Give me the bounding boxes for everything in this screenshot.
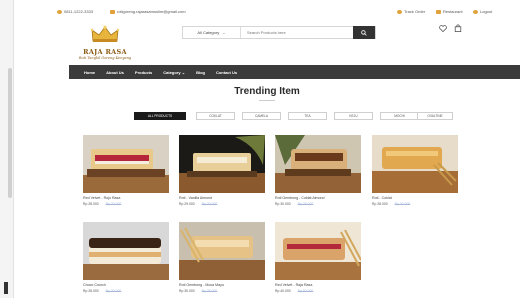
product-filter-tabs: ALL PRODUCTS COKLAT CAMELA TEA KEJU MOCH… [134,112,453,121]
product-image[interactable] [372,135,458,193]
browser-side-rail [0,0,14,298]
section-title: Trending Item [234,86,300,97]
product-image[interactable] [83,135,169,193]
product-original-price: Rp 50.000 [297,289,314,293]
product-original-price: Rp 30.000 [105,289,122,293]
phone-icon [57,9,62,14]
filter-keju[interactable]: KEJU [334,112,373,120]
top-bar: 0811-1222-3333 rotigoreng.rajarasamuslim… [14,0,520,22]
logout-link[interactable]: Logout [473,9,492,14]
filter-coklat[interactable]: COKLAT [196,112,235,120]
site-logo[interactable]: RAJA RASA Roti Tangkil Goreng Kenyang [76,25,134,62]
logout-label: Logout [480,9,493,14]
nav-item-products[interactable]: Products [135,70,152,75]
product-card[interactable]: Roti Gembong - Coklat Almond Rp 30.000 R… [275,135,361,206]
category-select[interactable]: All Category ⌄ [183,27,241,38]
product-original-price: Rp 30.000 [201,202,218,206]
product-card[interactable]: Red Velvet - Raja Rasa Rp 40.000 Rp 50.0… [275,222,361,293]
restaurant-link[interactable]: Restaurant [436,9,463,14]
product-prices: Rp 28.000 Rp 30.000 [83,202,169,206]
search-input[interactable] [243,28,349,37]
product-original-price: Rp 35.000 [201,289,218,293]
product-card[interactable]: Red Velvet - Rojo Rasa Rp 28.000 Rp 30.0… [83,135,169,206]
product-prices: Rp 30.000 Rp 35.000 [275,202,361,206]
search-button[interactable] [353,26,375,39]
product-name[interactable]: Roti Gembong - Moca Mayo [179,283,265,287]
product-image[interactable] [179,222,265,280]
product-prices: Rp 28.000 Rp 30.000 [83,289,169,293]
product-image[interactable] [179,135,265,193]
filter-tea[interactable]: TEA [288,112,327,120]
product-prices: Rp 28.000 Rp 30.000 [372,202,458,206]
chevron-down-icon: ⌄ [181,69,186,75]
product-card[interactable]: Roti Gembong - Moca Mayo Rp 30.000 Rp 35… [179,222,265,293]
nav-item-blog[interactable]: Blog [196,70,205,75]
nav-item-contact[interactable]: Contact Us [216,70,237,75]
product-original-price: Rp 30.000 [105,202,122,206]
track-order-link[interactable]: Track Order [397,9,425,14]
bag-icon [454,24,462,32]
category-select-label: All Category [197,30,220,35]
email-contact[interactable]: rotigoreng.rajarasamuslim@gmail.com [110,9,186,14]
product-name[interactable]: Choco Crunch [83,283,169,287]
product-image[interactable] [275,222,361,280]
product-name[interactable]: Roti - Coklat [372,196,458,200]
product-price: Rp 30.000 [179,289,195,293]
product-prices: Rp 30.000 Rp 35.000 [179,289,265,293]
user-icon [473,9,478,14]
product-image[interactable] [83,222,169,280]
restaurant-label: Restaurant [443,9,463,14]
product-name[interactable]: Red Velvet - Rojo Rasa [83,196,169,200]
search-bar: All Category ⌄ [182,26,376,39]
search-icon [361,29,367,36]
product-price: Rp 28.000 [83,202,99,206]
scroll-track[interactable] [8,68,12,198]
filter-all-products[interactable]: ALL PRODUCTS [134,112,186,120]
wishlist-button[interactable] [438,23,448,33]
product-price: Rp 40.000 [275,289,291,293]
product-image[interactable] [275,135,361,193]
cart-button[interactable] [453,23,463,33]
store-icon [436,9,441,14]
phone-contact[interactable]: 0811-1222-3333 [57,9,93,14]
product-prices: Rp 29.000 Rp 30.000 [179,202,265,206]
product-card[interactable]: Roti - Coklat Rp 28.000 Rp 30.000 [372,135,458,206]
crown-icon [90,25,120,42]
product-original-price: Rp 35.000 [297,202,314,206]
product-price: Rp 28.000 [83,289,99,293]
email-icon [110,9,115,14]
title-divider [259,100,275,101]
email-text: rotigoreng.rajarasamuslim@gmail.com [117,9,186,14]
nav-item-category-label: Category [163,69,181,75]
chevron-down-icon: ⌄ [222,30,226,35]
product-name[interactable]: Roti Gembong - Coklat Almond [275,196,361,200]
product-prices: Rp 40.000 Rp 50.000 [275,289,361,293]
filter-ovaltine[interactable]: OVALTINE [417,112,453,120]
nav-item-home[interactable]: Home [84,70,95,75]
product-card[interactable]: Choco Crunch Rp 28.000 Rp 30.000 [83,222,169,293]
main-nav: Home About Us Products Category ⌄ Blog C… [69,65,520,79]
page: 0811-1222-3333 rotigoreng.rajarasamuslim… [14,0,520,298]
header: RAJA RASA Roti Tangkil Goreng Kenyang Al… [14,22,520,64]
filter-mochi[interactable]: MOCHI [380,112,419,120]
product-price: Rp 29.000 [179,202,195,206]
product-original-price: Rp 30.000 [394,202,411,206]
product-name[interactable]: Red Velvet - Raja Rasa [275,283,361,287]
product-name[interactable]: Roti - Vanilla Almond [179,196,265,200]
phone-text: 0811-1222-3333 [64,9,94,14]
product-price: Rp 28.000 [372,202,388,206]
heart-icon [439,24,447,32]
filter-camela[interactable]: CAMELA [242,112,281,120]
product-card[interactable]: Roti - Vanilla Almond Rp 29.000 Rp 30.00… [179,135,265,206]
product-price: Rp 30.000 [275,202,291,206]
side-marker [4,282,8,294]
location-icon [397,9,402,14]
track-order-label: Track Order [404,9,426,14]
brand-name: RAJA RASA [83,48,127,56]
brand-tagline: Roti Tangkil Goreng Kenyang [78,56,132,60]
nav-item-category[interactable]: Category ⌄ [163,70,185,75]
nav-item-about[interactable]: About Us [106,70,124,75]
